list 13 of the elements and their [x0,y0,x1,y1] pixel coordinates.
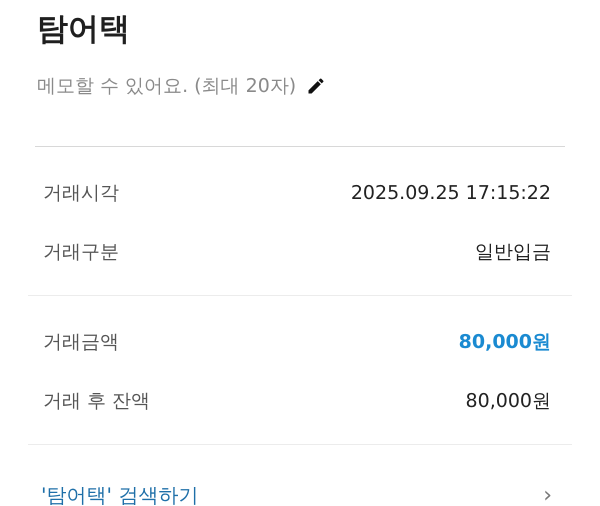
page-title: 탐어택 [36,10,131,49]
edit-icon[interactable] [306,76,326,96]
row-value: 80,000원 [466,388,551,414]
row-label: 거래 후 잔액 [43,388,150,414]
row-value: 80,000원 [458,330,551,354]
search-link[interactable]: '탐어택' 검색하기 [41,482,198,506]
row-label: 거래시각 [43,180,119,206]
row-value: 일반입금 [475,240,551,264]
row-value: 2025.09.25 17:15:22 [350,182,551,204]
row-label: 거래금액 [43,330,119,354]
chevron-icon[interactable]: › [543,482,552,506]
row-label: 거래구분 [43,240,119,264]
memo-placeholder[interactable]: 메모할 수 있어요. (최대 20자) [37,73,296,99]
